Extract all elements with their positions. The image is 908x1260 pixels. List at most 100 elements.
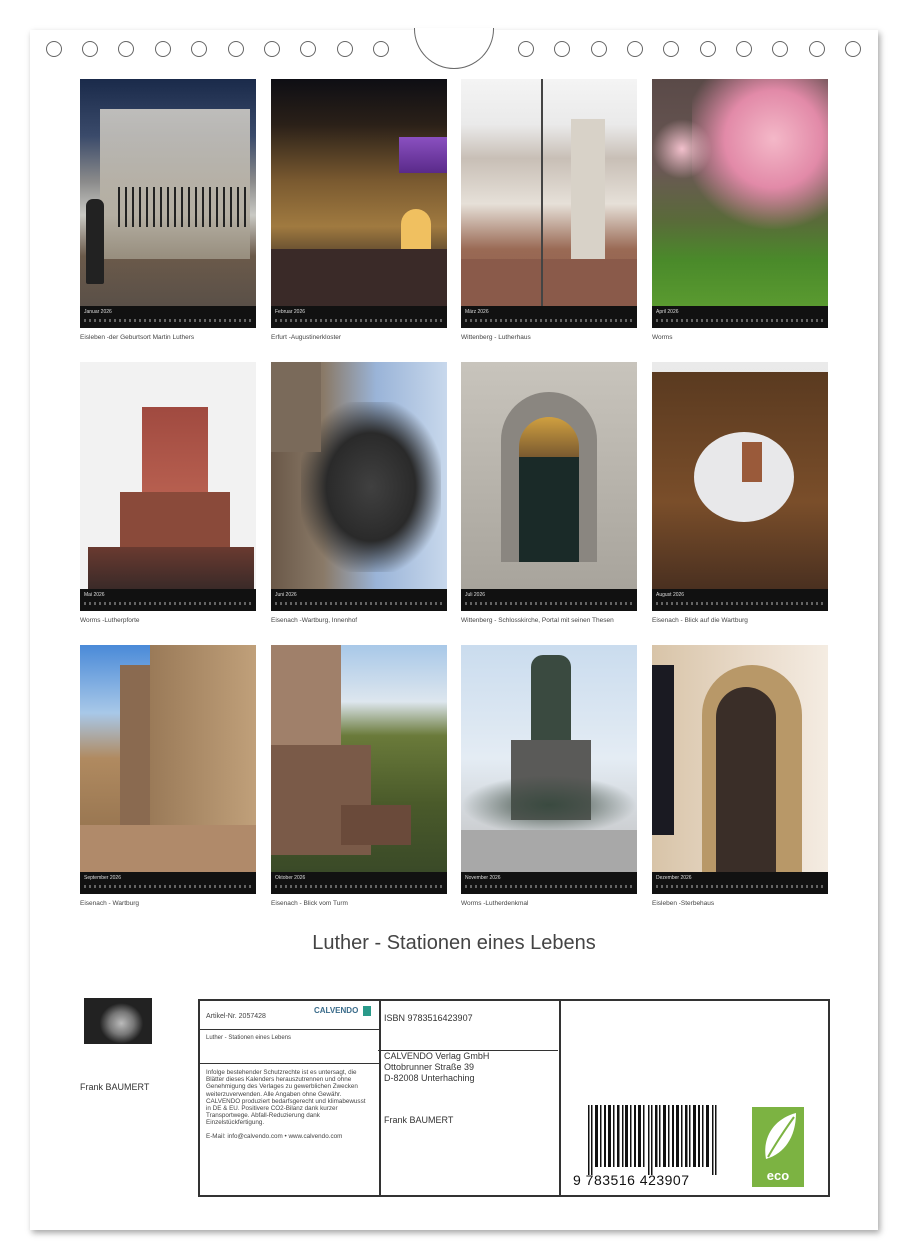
- month-thumbnail-august: August 2026 Eisenach - Blick auf die War…: [652, 362, 828, 625]
- calendar-strip: Juni 2026: [271, 589, 447, 611]
- calendar-strip: Dezember 2026: [652, 872, 828, 894]
- photo-caption: Eisleben -Sterbehaus: [652, 900, 715, 907]
- photo-erfurt-monastery: [271, 79, 447, 306]
- month-thumbnail-february: Februar 2026 Erfurt -Augustinerkloster: [271, 79, 447, 342]
- publisher-street: Ottobrunner Straße 39: [384, 1062, 475, 1072]
- day-row: [275, 885, 443, 888]
- eco-label: eco: [766, 1168, 790, 1183]
- photo-caption: Worms -Lutherdenkmal: [461, 900, 529, 907]
- calendar-strip: Januar 2026: [80, 306, 256, 328]
- binding-hole: [118, 41, 134, 57]
- month-label: Oktober 2026: [275, 875, 306, 881]
- article-number: Artikel-Nr. 2057428: [206, 1013, 266, 1020]
- day-row: [84, 319, 252, 322]
- contact-email: E-Mail: info@calvendo.com • www.calvendo…: [206, 1133, 343, 1140]
- calvendo-logo: CALVENDO: [314, 1006, 371, 1016]
- day-row: [656, 319, 824, 322]
- barcode-number: 9 783516 423907: [573, 1172, 690, 1188]
- author-name: Frank BAUMERT: [80, 1082, 150, 1092]
- month-label: September 2026: [84, 875, 121, 881]
- author-portrait: [84, 998, 152, 1044]
- month-label: April 2026: [656, 309, 679, 315]
- day-row: [656, 602, 824, 605]
- binding-hole: [518, 41, 534, 57]
- photo-worms-lutherpforte: [80, 362, 256, 589]
- calendar-strip: September 2026: [80, 872, 256, 894]
- info-column-left: Artikel-Nr. 2057428 Luther - Stationen e…: [200, 1001, 381, 1195]
- photo-caption: Eisenach - Wartburg: [80, 900, 140, 907]
- month-label: Juni 2026: [275, 592, 297, 598]
- author-small: Frank BAUMERT: [384, 1115, 454, 1125]
- binding-hole: [264, 41, 280, 57]
- binding-hole: [700, 41, 716, 57]
- calendar-strip: Februar 2026: [271, 306, 447, 328]
- eco-badge: eco: [752, 1107, 804, 1187]
- calendar-strip: April 2026: [652, 306, 828, 328]
- day-row: [465, 885, 633, 888]
- calendar-strip: August 2026: [652, 589, 828, 611]
- calvendo-logo-text: CALVENDO: [314, 1006, 359, 1016]
- month-label: Juli 2026: [465, 592, 486, 598]
- month-label: Dezember 2026: [656, 875, 692, 881]
- binding-hole: [845, 41, 861, 57]
- month-label: Mai 2026: [84, 592, 105, 598]
- photo-caption: Erfurt -Augustinerkloster: [271, 334, 342, 341]
- photo-eisleben-death-house: [652, 645, 828, 872]
- publisher-info-box: Artikel-Nr. 2057428 Luther - Stationen e…: [198, 999, 830, 1197]
- binding-hole: [591, 41, 607, 57]
- photo-eisleben-birthplace: [80, 79, 256, 306]
- binding-hole: [228, 41, 244, 57]
- binding-hole: [191, 41, 207, 57]
- binding-hole: [772, 41, 788, 57]
- day-row: [465, 602, 633, 605]
- binding-hole: [809, 41, 825, 57]
- photo-wartburg: [80, 645, 256, 872]
- month-thumbnail-january: Januar 2026 Eisleben -der Geburtsort Mar…: [80, 79, 256, 342]
- calendar-strip: März 2026: [461, 306, 637, 328]
- binding-hole: [300, 41, 316, 57]
- photo-caption: Eisenach - Blick auf die Wartburg: [652, 617, 748, 624]
- photo-worms: [652, 79, 828, 306]
- photo-caption: Wittenberg - Lutherhaus: [461, 334, 531, 341]
- day-row: [84, 602, 252, 605]
- month-label: Januar 2026: [84, 309, 112, 315]
- barcode: [588, 1105, 717, 1175]
- legal-notice: Infolge bestehender Schutzrechte ist es …: [206, 1069, 366, 1127]
- binding-hole: [82, 41, 98, 57]
- photo-wartburg-courtyard: [271, 362, 447, 589]
- photo-caption: Eisenach -Wartburg, Innenhof: [271, 617, 358, 624]
- binding-hole: [554, 41, 570, 57]
- month-thumbnail-april: April 2026 Worms: [652, 79, 828, 342]
- month-label: Februar 2026: [275, 309, 306, 315]
- photo-caption: Worms: [652, 334, 673, 341]
- day-row: [656, 885, 824, 888]
- month-label: November 2026: [465, 875, 501, 881]
- title-small: Luther - Stationen eines Lebens: [206, 1035, 292, 1041]
- binding-hole: [736, 41, 752, 57]
- divider: [200, 1063, 379, 1064]
- month-thumbnail-may: Mai 2026 Worms -Lutherpforte: [80, 362, 256, 625]
- calendar-title: Luther - Stationen eines Lebens: [312, 932, 596, 954]
- isbn: ISBN 9783516423907: [384, 1013, 473, 1023]
- photo-wittenberg-lutherhaus: [461, 79, 637, 306]
- binding-hole: [663, 41, 679, 57]
- calendar-strip: November 2026: [461, 872, 637, 894]
- month-thumbnail-october: Oktober 2026 Eisenach - Blick vom Turm: [271, 645, 447, 908]
- photo-view-wartburg: [652, 362, 828, 589]
- month-label: August 2026: [656, 592, 685, 598]
- calendar-strip: Juli 2026: [461, 589, 637, 611]
- photo-caption: Worms -Lutherpforte: [80, 617, 140, 624]
- binding-hole: [46, 41, 62, 57]
- day-row: [84, 885, 252, 888]
- photo-schlosskirche-portal: [461, 362, 637, 589]
- binding-hole: [155, 41, 171, 57]
- calendar-strip: Mai 2026: [80, 589, 256, 611]
- day-row: [275, 602, 443, 605]
- calvendo-logo-mark: [362, 1006, 371, 1016]
- month-thumbnail-june: Juni 2026 Eisenach -Wartburg, Innenhof: [271, 362, 447, 625]
- divider: [200, 1029, 379, 1030]
- month-thumbnail-december: Dezember 2026 Eisleben -Sterbehaus: [652, 645, 828, 908]
- month-thumbnail-july: Juli 2026 Wittenberg - Schlosskirche, Po…: [461, 362, 637, 625]
- photo-luther-monument: [461, 645, 637, 872]
- publisher-city: D-82008 Unterhaching: [384, 1073, 475, 1083]
